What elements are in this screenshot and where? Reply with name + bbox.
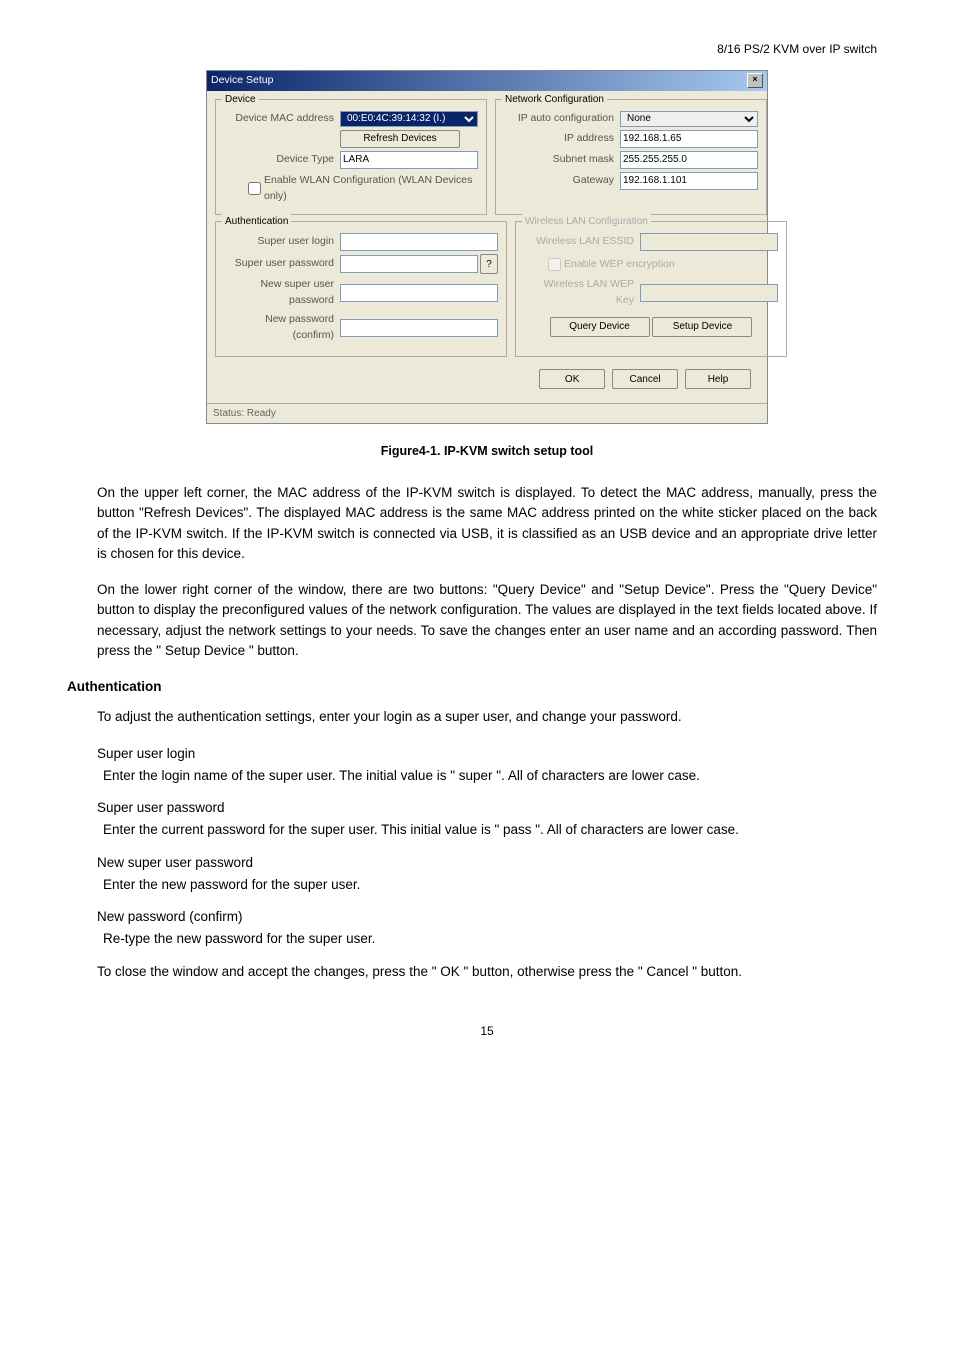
defn-su-pw: Enter the current password for the super… — [103, 820, 877, 840]
device-group-title: Device — [222, 92, 259, 107]
paragraph-2: On the lower right corner of the window,… — [97, 580, 877, 661]
wlan-group: Wireless LAN Configuration Wireless LAN … — [515, 221, 787, 357]
network-group-title: Network Configuration — [502, 92, 607, 107]
defn-new-pw2: Re-type the new password for the super u… — [103, 929, 877, 949]
new-pw2-input[interactable] — [340, 319, 498, 337]
wep-checkbox — [548, 258, 561, 271]
ip-label: IP address — [504, 131, 620, 147]
new-pw-input[interactable] — [340, 284, 498, 302]
term-new-pw2: New password (confirm) — [97, 907, 877, 927]
wep-label: Enable WEP encryption — [564, 257, 675, 273]
mac-select[interactable]: 00:E0:4C:39:14:32 (I.) — [340, 111, 478, 127]
ip-auto-select[interactable]: None — [620, 111, 758, 127]
essid-label: Wireless LAN ESSID — [524, 234, 640, 250]
paragraph-1: On the upper left corner, the MAC addres… — [97, 483, 877, 564]
wep-key-input — [640, 284, 778, 302]
enable-wlan-label: Enable WLAN Configuration (WLAN Devices … — [264, 173, 478, 205]
defn-su-login: Enter the login name of the super user. … — [103, 766, 877, 786]
wep-key-label: Wireless LAN WEP Key — [524, 277, 640, 309]
dialog-titlebar: Device Setup × — [207, 71, 767, 91]
auth-group-title: Authentication — [222, 214, 291, 229]
su-login-label: Super user login — [224, 234, 340, 250]
mask-label: Subnet mask — [504, 152, 620, 168]
refresh-devices-button[interactable]: Refresh Devices — [340, 130, 460, 148]
paragraph-4: To close the window and accept the chang… — [97, 962, 877, 982]
cancel-button[interactable]: Cancel — [612, 369, 678, 389]
gw-input[interactable] — [620, 172, 758, 190]
su-login-input[interactable] — [340, 233, 498, 251]
page-header: 8/16 PS/2 KVM over IP switch — [97, 40, 877, 58]
pw-help-button[interactable]: ? — [480, 254, 498, 274]
mac-label: Device MAC address — [224, 111, 340, 127]
su-pw-input[interactable] — [340, 255, 478, 273]
essid-input — [640, 233, 778, 251]
ok-button[interactable]: OK — [539, 369, 605, 389]
status-bar: Status: Ready — [207, 403, 767, 423]
enable-wlan-checkbox[interactable] — [248, 182, 261, 195]
auth-group: Authentication Super user login Super us… — [215, 221, 507, 357]
close-icon[interactable]: × — [747, 73, 763, 88]
paragraph-3: To adjust the authentication settings, e… — [97, 707, 877, 727]
ip-input[interactable] — [620, 130, 758, 148]
device-group: Device Device MAC address 00:E0:4C:39:14… — [215, 99, 487, 216]
setup-device-button[interactable]: Setup Device — [652, 317, 752, 337]
term-su-pw: Super user password — [97, 798, 877, 818]
mask-input[interactable] — [620, 151, 758, 169]
wlan-group-title: Wireless LAN Configuration — [522, 214, 651, 229]
network-group: Network Configuration IP auto configurat… — [495, 99, 767, 216]
defn-new-pw: Enter the new password for the super use… — [103, 875, 877, 895]
dialog-button-row: OK Cancel Help — [215, 363, 759, 395]
new-pw-label: New super user password — [224, 277, 340, 309]
auth-heading: Authentication — [67, 677, 877, 697]
figure-caption: Figure4-1. IP-KVM switch setup tool — [97, 442, 877, 461]
new-pw2-label: New password (confirm) — [224, 312, 340, 344]
query-device-button[interactable]: Query Device — [550, 317, 650, 337]
gw-label: Gateway — [504, 173, 620, 189]
device-setup-dialog: Device Setup × Device Device MAC address… — [206, 70, 768, 424]
help-button[interactable]: Help — [685, 369, 751, 389]
ip-auto-label: IP auto configuration — [504, 111, 620, 127]
device-type-label: Device Type — [224, 152, 340, 168]
term-new-pw: New super user password — [97, 853, 877, 873]
device-type-input[interactable] — [340, 151, 478, 169]
term-su-login: Super user login — [97, 744, 877, 764]
page-number: 15 — [97, 1022, 877, 1040]
dialog-title: Device Setup — [211, 73, 273, 89]
su-pw-label: Super user password — [224, 256, 340, 272]
